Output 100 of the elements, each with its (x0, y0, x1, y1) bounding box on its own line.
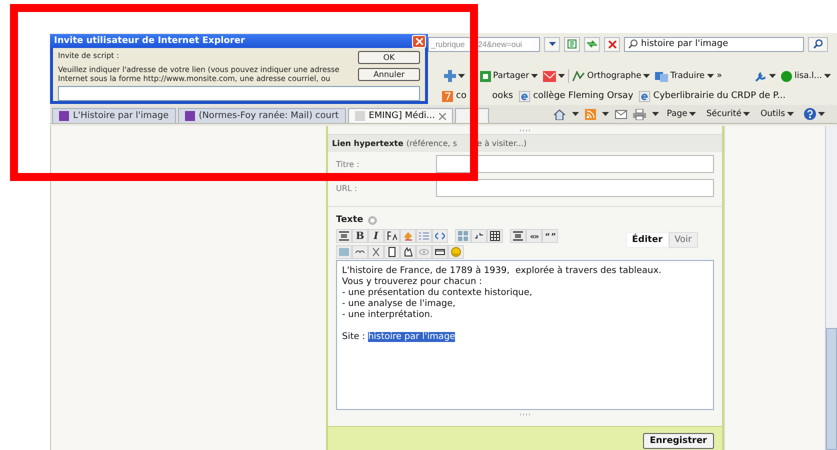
font-size-icon (387, 231, 397, 241)
code-icon (435, 231, 445, 241)
user-menu[interactable]: lisa.l... (779, 70, 833, 82)
editor-text-line: - une analyse de l'image, (342, 299, 457, 310)
editor-text-line: Vous y trouverez pour chacun : (342, 277, 484, 288)
refresh-button[interactable] (584, 36, 600, 52)
toolbar-menu[interactable]: Partager (478, 70, 540, 82)
editor-text-line: - une présentation du contexte historique, (342, 288, 534, 299)
favorite-link[interactable]: Cyberlibrairie du CRDP de P... (639, 90, 786, 102)
caret-icon[interactable] (706, 74, 714, 78)
help-button[interactable] (802, 108, 827, 120)
scrollbar-thumb[interactable] (826, 328, 837, 450)
caret-icon[interactable] (572, 112, 579, 116)
editor-tool-button[interactable] (487, 229, 503, 243)
menu-label: Outils (760, 109, 785, 119)
save-button[interactable]: Enregistrer (642, 433, 714, 449)
close-button[interactable] (412, 34, 426, 48)
page-e-icon (519, 90, 530, 102)
wrench-button[interactable] (753, 70, 778, 82)
editor-tool-button[interactable] (384, 229, 400, 243)
text-editor[interactable] (336, 260, 714, 410)
favorite-link[interactable]: co ooks (442, 90, 514, 102)
caret-icon[interactable] (787, 112, 794, 116)
paragraph-icon (513, 231, 523, 241)
mail-icon (543, 70, 556, 82)
menu-label: Orthographe (587, 71, 642, 81)
editor-tab[interactable]: Éditer (626, 232, 669, 248)
search-button[interactable] (808, 36, 828, 52)
editor-tool-button[interactable] (510, 229, 526, 243)
page-icon (184, 111, 195, 121)
tab-label: L'Histoire par l'image (73, 111, 169, 121)
mail-button[interactable] (541, 70, 568, 82)
stop-button[interactable] (604, 36, 620, 52)
user-name: lisa.l... (794, 71, 822, 81)
eraser-icon (403, 231, 413, 241)
caret-icon[interactable] (652, 112, 659, 116)
toolbar-menu[interactable]: Traduire (653, 70, 716, 82)
editor-tool-button[interactable] (471, 229, 487, 243)
scissors-icon (371, 247, 381, 257)
menu-label: Traduire (670, 71, 705, 81)
caret-icon[interactable] (531, 74, 538, 78)
address-text: _rubrique (431, 40, 465, 48)
caret-icon (548, 42, 556, 46)
dropdown-button[interactable] (544, 36, 560, 52)
browser-tab[interactable]: EMING] Médi... (348, 108, 453, 123)
text-input[interactable] (436, 179, 714, 197)
dialog-button[interactable]: OK (358, 51, 420, 64)
tab-label: EMING] Médi... (368, 111, 435, 121)
search-field[interactable]: histoire par l'image (624, 36, 804, 52)
more-chevron[interactable]: » (716, 71, 722, 81)
section-title: Lien hypertexte (332, 139, 404, 148)
search-text: histoire par l'image (641, 39, 728, 49)
editor-tab[interactable]: Voir (668, 232, 698, 248)
caret-icon[interactable] (769, 74, 776, 78)
editor-tool-button[interactable]: I (368, 229, 384, 243)
mail-icon[interactable] (614, 110, 627, 118)
editor-tool-button[interactable] (400, 245, 416, 259)
editor-tool-button[interactable] (352, 245, 368, 259)
caret-icon[interactable] (643, 74, 650, 78)
favorite-link[interactable]: collège Fleming Orsay (519, 90, 634, 102)
scrollbar[interactable] (825, 126, 837, 450)
printer-icon[interactable] (632, 108, 646, 120)
caret-icon[interactable] (824, 74, 831, 78)
caret-icon[interactable] (818, 112, 825, 116)
menu-label: Partager (493, 71, 530, 81)
tab-label: (Normes-Foy ranée: Mail) court (198, 111, 339, 121)
address-field[interactable]: _rubrique 24&new=oui (428, 36, 540, 52)
command-menu[interactable]: Sécurité (704, 109, 752, 119)
editor-tool-button[interactable] (336, 229, 352, 243)
favorite-label: collège Fleming Orsay (533, 91, 634, 101)
compatibility-button[interactable] (564, 36, 580, 52)
close-icon[interactable] (439, 112, 446, 120)
caret-icon[interactable] (743, 112, 750, 116)
bookmark-icon (442, 90, 453, 102)
editor-text-line: - une interprétation. (342, 310, 434, 321)
editor-tool-button[interactable] (384, 245, 400, 259)
editor-tool-button[interactable]: «» (526, 229, 542, 243)
list-icon (419, 231, 429, 241)
dialog-title: Invite utilisateur de Internet Explorer (54, 36, 245, 46)
editor-tool-button[interactable] (432, 245, 448, 259)
dialog-button[interactable]: Annuler (358, 68, 420, 81)
editor-tool-button[interactable]: “ ” (542, 229, 558, 243)
hand-icon (403, 247, 413, 257)
field-label: URL : (336, 184, 358, 192)
text-input[interactable] (436, 155, 714, 173)
toolbar-menu[interactable]: Orthographe (570, 70, 652, 82)
selected-text: histoire par l'image (368, 332, 456, 342)
command-menu[interactable]: Page (664, 109, 698, 119)
browser-tab[interactable]: L'Histoire par l'image (52, 108, 176, 123)
home-icon[interactable] (552, 108, 566, 120)
page-e-icon (639, 90, 650, 102)
caret-icon[interactable] (458, 74, 465, 78)
caret-icon[interactable] (602, 112, 609, 116)
command-menu[interactable]: Outils (758, 109, 796, 119)
prompt-input[interactable] (58, 86, 420, 101)
editor-tool-button[interactable]: B (352, 229, 368, 243)
caret-icon[interactable] (558, 74, 566, 78)
add-button[interactable] (444, 70, 465, 82)
caret-icon[interactable] (689, 112, 696, 116)
browser-tab[interactable]: (Normes-Foy ranée: Mail) court (178, 108, 346, 123)
